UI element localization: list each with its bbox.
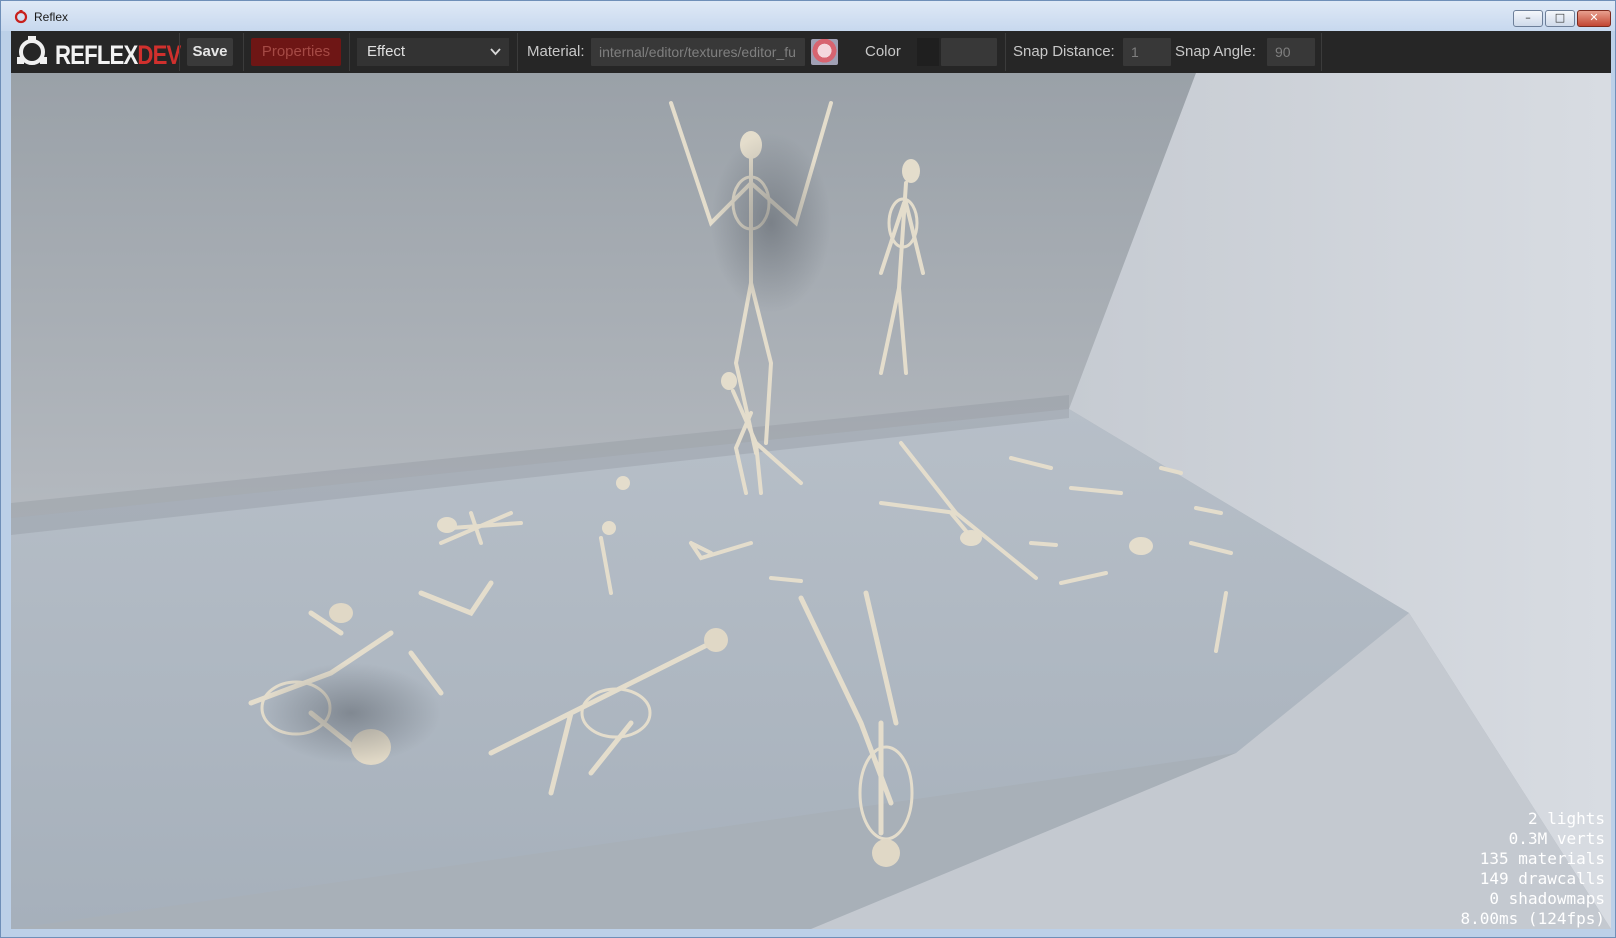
stat-drawcalls: 149 drawcalls — [1479, 869, 1605, 888]
stat-frametime: 8.00ms (124fps) — [1460, 909, 1606, 928]
save-button[interactable]: Save — [187, 38, 233, 66]
snap-angle-input[interactable]: 90 — [1267, 38, 1315, 66]
scene-render — [11, 73, 1611, 929]
app-window: Reflex – □ ✕ REFLEXDEV Save Properties E… — [0, 0, 1616, 938]
editor-toolbar: REFLEXDEV Save Properties Effect Materia… — [11, 31, 1611, 73]
minimize-button[interactable]: – — [1513, 10, 1543, 27]
stat-lights: 2 lights — [1527, 809, 1605, 828]
toolbar-divider — [517, 33, 518, 71]
effect-select[interactable]: Effect — [357, 38, 509, 66]
color-swatch[interactable] — [917, 38, 939, 66]
close-button[interactable]: ✕ — [1577, 10, 1611, 27]
effect-select-value: Effect — [367, 43, 406, 60]
stat-materials: 135 materials — [1479, 849, 1605, 868]
reflex-logo: REFLEXDEV — [15, 34, 181, 70]
minimize-icon: – — [1525, 11, 1531, 24]
render-stats: 2 lights 0.3M verts 135 materials 149 dr… — [1461, 809, 1606, 929]
title-bar[interactable]: Reflex – □ ✕ — [1, 1, 1615, 31]
skeleton-shadow — [261, 663, 441, 763]
toolbar-divider — [349, 33, 350, 71]
chevron-down-icon — [490, 48, 501, 56]
maximize-icon: □ — [1554, 11, 1566, 24]
snap-angle-label: Snap Angle: — [1175, 43, 1256, 60]
color-input[interactable] — [941, 38, 997, 66]
color-label: Color — [865, 43, 901, 60]
reflex-app-icon — [14, 10, 28, 24]
logo-brand: REFLEX — [55, 40, 138, 70]
logo-wordmark: REFLEXDEV — [55, 40, 181, 71]
properties-button[interactable]: Properties — [251, 38, 341, 66]
toolbar-divider — [1005, 33, 1006, 71]
snap-distance-label: Snap Distance: — [1013, 43, 1115, 60]
stat-shadowmaps: 0 shadowmaps — [1489, 889, 1605, 908]
material-preview-icon[interactable] — [811, 39, 838, 65]
window-title: Reflex — [34, 10, 69, 24]
material-label: Material: — [527, 43, 585, 60]
reflex-logo-icon — [17, 36, 47, 65]
close-icon: ✕ — [1589, 11, 1599, 24]
stat-verts: 0.3M verts — [1508, 829, 1605, 848]
skeleton-shadow — [711, 133, 831, 313]
toolbar-divider — [243, 33, 244, 71]
material-input[interactable]: internal/editor/textures/editor_fu — [591, 38, 805, 66]
toolbar-divider — [1321, 33, 1322, 71]
toolbar-divider — [179, 33, 180, 71]
maximize-button[interactable]: □ — [1545, 10, 1575, 27]
snap-distance-input[interactable]: 1 — [1123, 38, 1171, 66]
logo-suffix: DEV — [137, 40, 181, 70]
3d-viewport[interactable]: 2 lights 0.3M verts 135 materials 149 dr… — [11, 73, 1611, 929]
